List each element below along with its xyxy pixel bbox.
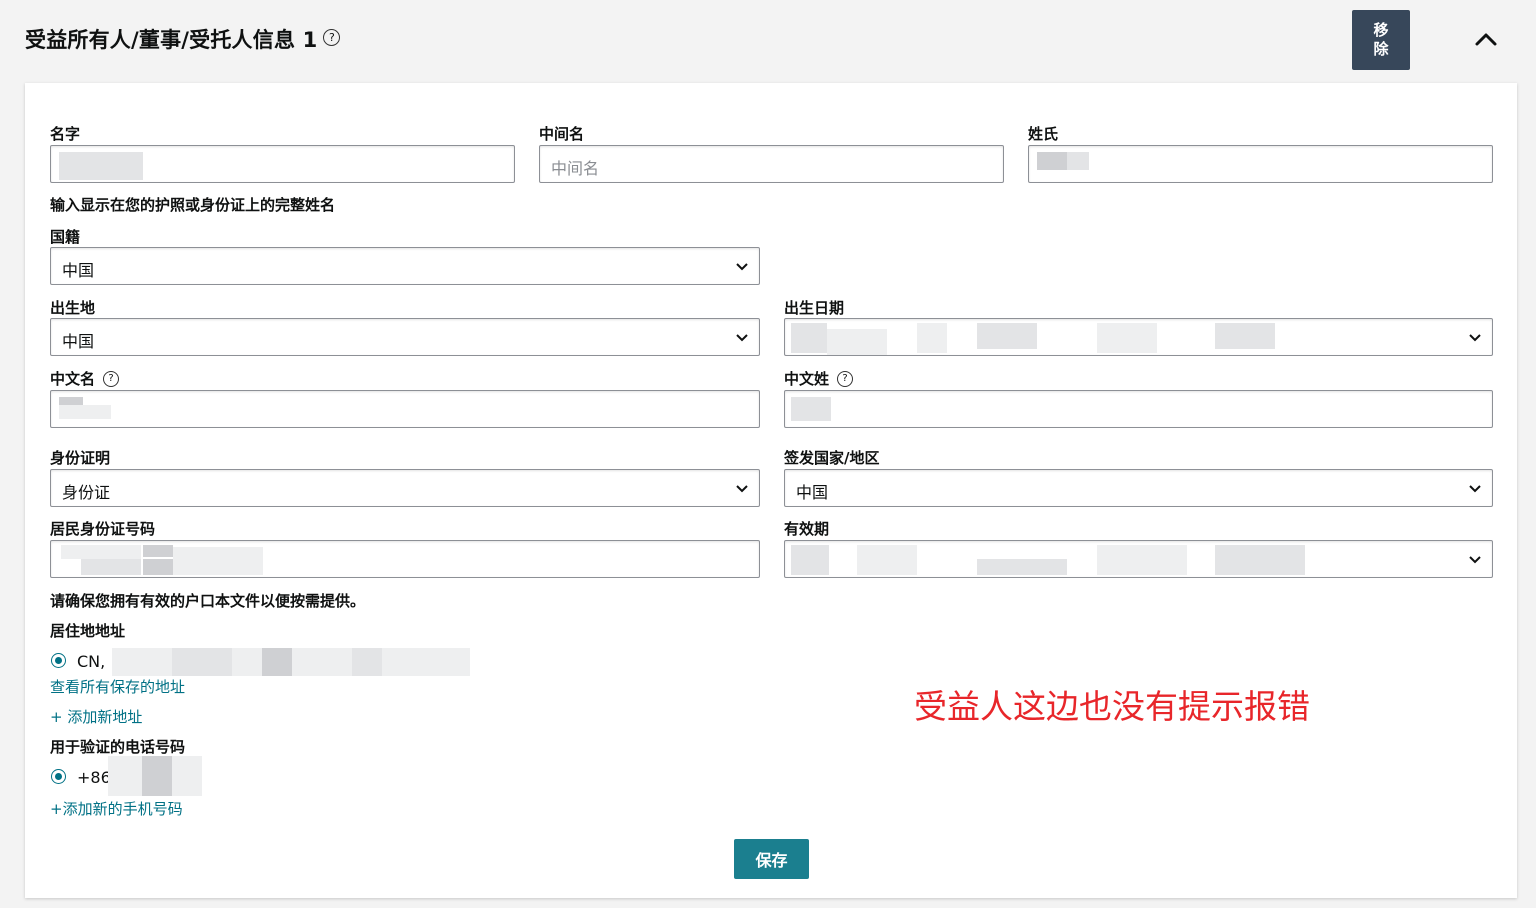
help-icon[interactable]: ?	[103, 370, 120, 387]
redacted-address	[172, 648, 232, 676]
issue-country-select[interactable]: 中国	[784, 469, 1493, 507]
remove-label-line1: 移	[1373, 21, 1389, 39]
chevron-down-icon	[1469, 485, 1481, 493]
first-name-label: 名字	[50, 125, 81, 143]
chevron-down-icon	[736, 263, 748, 271]
redacted-value	[59, 152, 143, 180]
redacted-value	[1067, 152, 1089, 170]
chevron-down-icon	[736, 485, 748, 493]
redacted-address	[352, 648, 382, 676]
cn-last-name-label: 中文姓?	[784, 368, 854, 389]
id-doc-label: 身份证明	[50, 449, 111, 467]
section-title-text: 受益所有人/董事/受托人信息 1	[25, 28, 318, 52]
annotation-text: 受益人这边也没有提示报错	[914, 687, 1310, 726]
redacted-address	[262, 648, 292, 676]
section-header: 受益所有人/董事/受托人信息 1? 移 除	[0, 0, 1536, 80]
middle-name-placeholder: 中间名	[551, 159, 600, 178]
last-name-label: 姓氏	[1028, 125, 1059, 143]
redacted-value	[1097, 323, 1157, 353]
redacted-value	[1097, 545, 1187, 575]
id-doc-select[interactable]: 身份证	[50, 469, 760, 507]
redacted-value	[791, 397, 831, 421]
add-phone-link[interactable]: +添加新的手机号码	[50, 798, 183, 819]
chevron-down-icon	[1469, 334, 1481, 342]
id-number-label: 居民身份证号码	[50, 520, 156, 538]
cn-first-name-label-text: 中文名	[50, 370, 96, 388]
redacted-value	[827, 329, 887, 355]
name-hint: 输入显示在您的护照或身份证上的完整姓名	[50, 196, 336, 214]
redacted-value	[917, 323, 947, 353]
redacted-value	[1037, 152, 1067, 170]
id-doc-value: 身份证	[62, 483, 111, 502]
hukou-hint: 请确保您拥有有效的户口本文件以便按需提供。	[50, 592, 366, 610]
help-icon[interactable]: ?	[837, 370, 854, 387]
nationality-label: 国籍	[50, 228, 81, 246]
first-name-input[interactable]	[50, 145, 515, 183]
address-radio[interactable]	[51, 653, 66, 668]
redacted-value	[81, 559, 141, 575]
middle-name-input[interactable]: 中间名	[539, 145, 1004, 183]
redacted-value	[977, 559, 1067, 575]
phone-radio[interactable]	[51, 769, 66, 784]
remove-button[interactable]: 移 除	[1352, 10, 1410, 70]
remove-label-line2: 除	[1373, 40, 1389, 58]
chevron-down-icon	[1469, 556, 1481, 564]
nationality-value: 中国	[62, 261, 95, 280]
add-address-link[interactable]: + 添加新地址	[50, 706, 142, 727]
redacted-value	[791, 323, 827, 353]
expiry-label: 有效期	[784, 520, 830, 538]
redacted-value	[173, 547, 263, 575]
address-prefix: CN,	[77, 652, 106, 671]
issue-country-label: 签发国家/地区	[784, 449, 880, 467]
address-label: 居住地地址	[50, 622, 126, 640]
chevron-down-icon	[736, 334, 748, 342]
redacted-value	[1215, 323, 1275, 349]
expiry-select[interactable]	[784, 540, 1493, 578]
redacted-phone	[142, 756, 172, 796]
view-saved-addresses-link[interactable]: 查看所有保存的地址	[50, 676, 185, 697]
section-title: 受益所有人/董事/受托人信息 1?	[25, 24, 341, 54]
redacted-value	[59, 405, 111, 419]
issue-country-value: 中国	[796, 483, 829, 502]
phone-label: 用于验证的电话号码	[50, 738, 186, 756]
redacted-value	[61, 545, 141, 559]
save-button[interactable]: 保存	[734, 839, 809, 879]
birthplace-value: 中国	[62, 332, 95, 351]
id-number-input[interactable]	[50, 540, 760, 578]
nationality-select[interactable]: 中国	[50, 247, 760, 285]
birthplace-select[interactable]: 中国	[50, 318, 760, 356]
chevron-up-icon[interactable]	[1472, 25, 1500, 53]
birthplace-label: 出生地	[50, 299, 96, 317]
middle-name-label: 中间名	[539, 125, 585, 143]
cn-last-name-input[interactable]	[784, 390, 1493, 428]
last-name-input[interactable]	[1028, 145, 1493, 183]
help-icon[interactable]: ?	[323, 29, 341, 46]
birthdate-label: 出生日期	[784, 299, 845, 317]
redacted-value	[1215, 545, 1305, 575]
redacted-value	[143, 559, 173, 575]
redacted-value	[143, 545, 173, 557]
cn-first-name-label: 中文名?	[50, 368, 120, 389]
cn-last-name-label-text: 中文姓	[784, 370, 830, 388]
cn-first-name-input[interactable]	[50, 390, 760, 428]
redacted-value	[977, 323, 1037, 349]
redacted-value	[857, 545, 917, 575]
phone-prefix: +86	[77, 768, 111, 787]
redacted-value	[791, 545, 829, 575]
birthdate-select[interactable]	[784, 318, 1493, 356]
